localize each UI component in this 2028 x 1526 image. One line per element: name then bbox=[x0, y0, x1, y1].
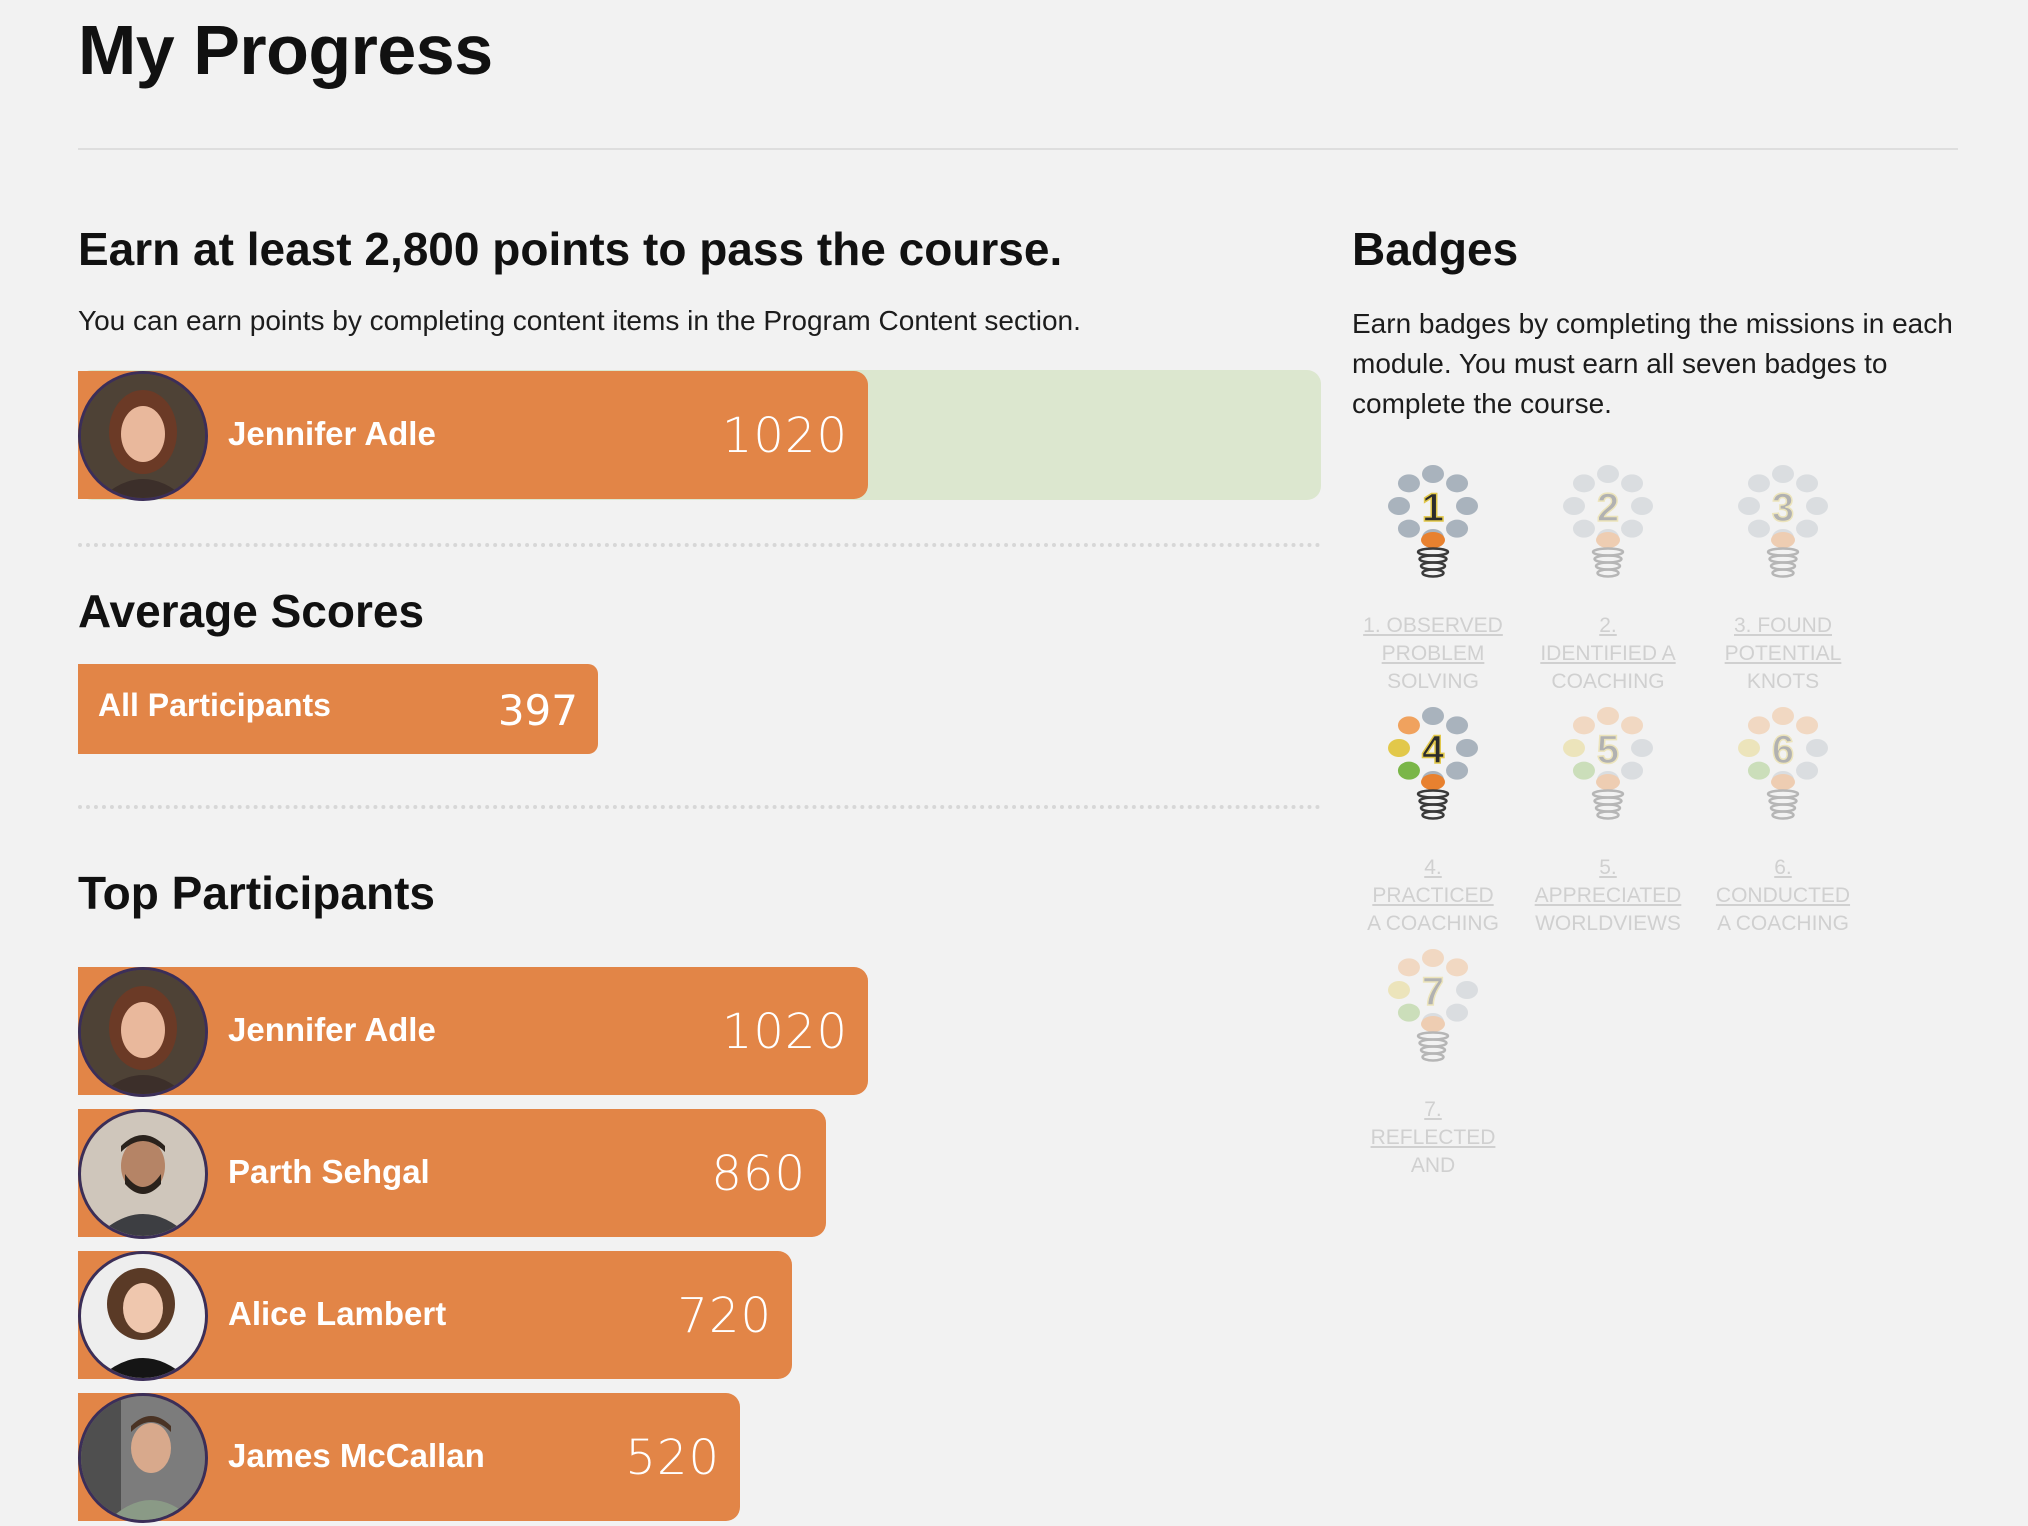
page-title: My Progress bbox=[78, 11, 493, 89]
badge-caption-text: A COACHING bbox=[1717, 912, 1849, 935]
badge-caption-link[interactable]: IDENTIFIED A bbox=[1520, 640, 1696, 668]
participant-row: Jennifer Adle 1020 bbox=[78, 967, 868, 1097]
user-name: Jennifer Adle bbox=[228, 415, 436, 452]
badge-caption: 7. REFLECTED AND bbox=[1345, 1096, 1521, 1180]
badge-caption-link[interactable]: 7. bbox=[1345, 1096, 1521, 1124]
badge-caption-text: KNOTS bbox=[1746, 670, 1820, 693]
badge-caption-text: WORLDVIEWS bbox=[1535, 912, 1681, 935]
badge-7[interactable]: 7 7. REFLECTED AND bbox=[1345, 944, 1521, 1184]
lightbulb-badge-icon: 5 bbox=[1563, 707, 1653, 820]
badge-caption-link[interactable]: 5. bbox=[1520, 854, 1696, 882]
lightbulb-badge-icon: 6 bbox=[1738, 707, 1828, 820]
badge-number: 7 bbox=[1422, 970, 1444, 1014]
lightbulb-badge-icon: 4 bbox=[1388, 707, 1478, 820]
participant-name: Jennifer Adle bbox=[228, 1011, 436, 1048]
badge-caption-text: COACHING bbox=[1551, 670, 1665, 693]
badge-number: 3 bbox=[1772, 486, 1794, 530]
average-label: All Participants bbox=[98, 687, 331, 723]
badge-2[interactable]: 2 2. IDENTIFIED A COACHING bbox=[1520, 460, 1696, 700]
badge-number: 1 bbox=[1422, 486, 1444, 530]
section-divider bbox=[78, 543, 1321, 547]
average-score-bar: All Participants 397 bbox=[78, 664, 598, 754]
avatar bbox=[78, 371, 208, 501]
participant-score: 860 bbox=[711, 1146, 806, 1202]
badges-heading: Badges bbox=[1352, 223, 1519, 275]
participant-score: 1020 bbox=[721, 1004, 848, 1060]
lightbulb-badge-icon: 3 bbox=[1738, 465, 1828, 578]
badge-caption-text: AND bbox=[1410, 1154, 1456, 1177]
badge-caption-link[interactable]: APPRECIATED bbox=[1520, 882, 1696, 910]
title-divider bbox=[78, 148, 1958, 150]
participant-row: Parth Sehgal 860 bbox=[78, 1109, 826, 1239]
badge-caption-text: A COACHING bbox=[1367, 912, 1499, 935]
badge-1[interactable]: 1 1. OBSERVED PROBLEM SOLVING bbox=[1345, 460, 1521, 700]
participant-name: James McCallan bbox=[228, 1437, 485, 1474]
user-score: 1020 bbox=[721, 408, 848, 464]
badge-caption: 3. FOUND POTENTIAL KNOTS bbox=[1695, 612, 1871, 696]
lightbulb-badge-icon: 1 bbox=[1388, 465, 1478, 578]
badge-caption-link[interactable]: POTENTIAL bbox=[1695, 640, 1871, 668]
avatar bbox=[78, 967, 208, 1097]
badge-caption-link[interactable]: PRACTICED bbox=[1345, 882, 1521, 910]
participant-score: 520 bbox=[625, 1430, 720, 1486]
badge-caption: 2. IDENTIFIED A COACHING bbox=[1520, 612, 1696, 696]
participant-row: James McCallan 520 bbox=[78, 1393, 740, 1523]
average-heading: Average Scores bbox=[78, 585, 425, 637]
participant-name: Parth Sehgal bbox=[228, 1153, 430, 1190]
badge-number: 4 bbox=[1422, 728, 1445, 772]
points-description: You can earn points by completing conten… bbox=[78, 305, 1081, 336]
avatar bbox=[78, 1393, 208, 1523]
avatar bbox=[78, 1251, 208, 1381]
badge-6[interactable]: 6 6. CONDUCTED A COACHING bbox=[1695, 702, 1871, 942]
badge-number: 2 bbox=[1597, 486, 1619, 530]
avatar bbox=[78, 1109, 208, 1239]
badge-caption: 4. PRACTICED A COACHING bbox=[1345, 854, 1521, 938]
badge-4[interactable]: 4 4. PRACTICED A COACHING bbox=[1345, 702, 1521, 942]
badge-caption: 1. OBSERVED PROBLEM SOLVING bbox=[1345, 612, 1521, 696]
user-progress-bar: Jennifer Adle 1020 bbox=[78, 371, 868, 501]
badges-description-line: Earn badges by completing the missions i… bbox=[1352, 308, 1953, 339]
lightbulb-badge-icon: 7 bbox=[1388, 949, 1478, 1062]
points-heading: Earn at least 2,800 points to pass the c… bbox=[78, 223, 1063, 275]
badge-caption-link[interactable]: PROBLEM bbox=[1345, 640, 1521, 668]
badge-number: 5 bbox=[1597, 728, 1619, 772]
section-divider bbox=[78, 805, 1321, 809]
participant-score: 720 bbox=[677, 1288, 772, 1344]
participant-row: Alice Lambert 720 bbox=[78, 1251, 792, 1381]
average-score: 397 bbox=[497, 686, 578, 735]
badge-caption-text: SOLVING bbox=[1387, 670, 1479, 693]
badge-caption-link[interactable]: REFLECTED bbox=[1345, 1124, 1521, 1152]
badge-caption-link[interactable]: CONDUCTED bbox=[1695, 882, 1871, 910]
top-participants-heading: Top Participants bbox=[78, 867, 435, 919]
participant-name: Alice Lambert bbox=[228, 1295, 447, 1332]
badge-caption: 6. CONDUCTED A COACHING bbox=[1695, 854, 1871, 938]
badge-caption-link[interactable]: 1. OBSERVED bbox=[1345, 612, 1521, 640]
badges-description-line: complete the course. bbox=[1352, 388, 1612, 419]
badge-caption-link[interactable]: 3. FOUND bbox=[1695, 612, 1871, 640]
badge-3[interactable]: 3 3. FOUND POTENTIAL KNOTS bbox=[1695, 460, 1871, 700]
lightbulb-badge-icon: 2 bbox=[1563, 465, 1653, 578]
badge-caption-link[interactable]: 2. bbox=[1520, 612, 1696, 640]
badge-number: 6 bbox=[1772, 728, 1794, 772]
badge-5[interactable]: 5 5. APPRECIATED WORLDVIEWS bbox=[1520, 702, 1696, 942]
badge-caption-link[interactable]: 4. bbox=[1345, 854, 1521, 882]
badge-caption: 5. APPRECIATED WORLDVIEWS bbox=[1520, 854, 1696, 938]
badge-caption-link[interactable]: 6. bbox=[1695, 854, 1871, 882]
badges-description: Earn badges by completing the missions i… bbox=[1352, 304, 1953, 424]
badges-description-line: module. You must earn all seven badges t… bbox=[1352, 348, 1888, 379]
